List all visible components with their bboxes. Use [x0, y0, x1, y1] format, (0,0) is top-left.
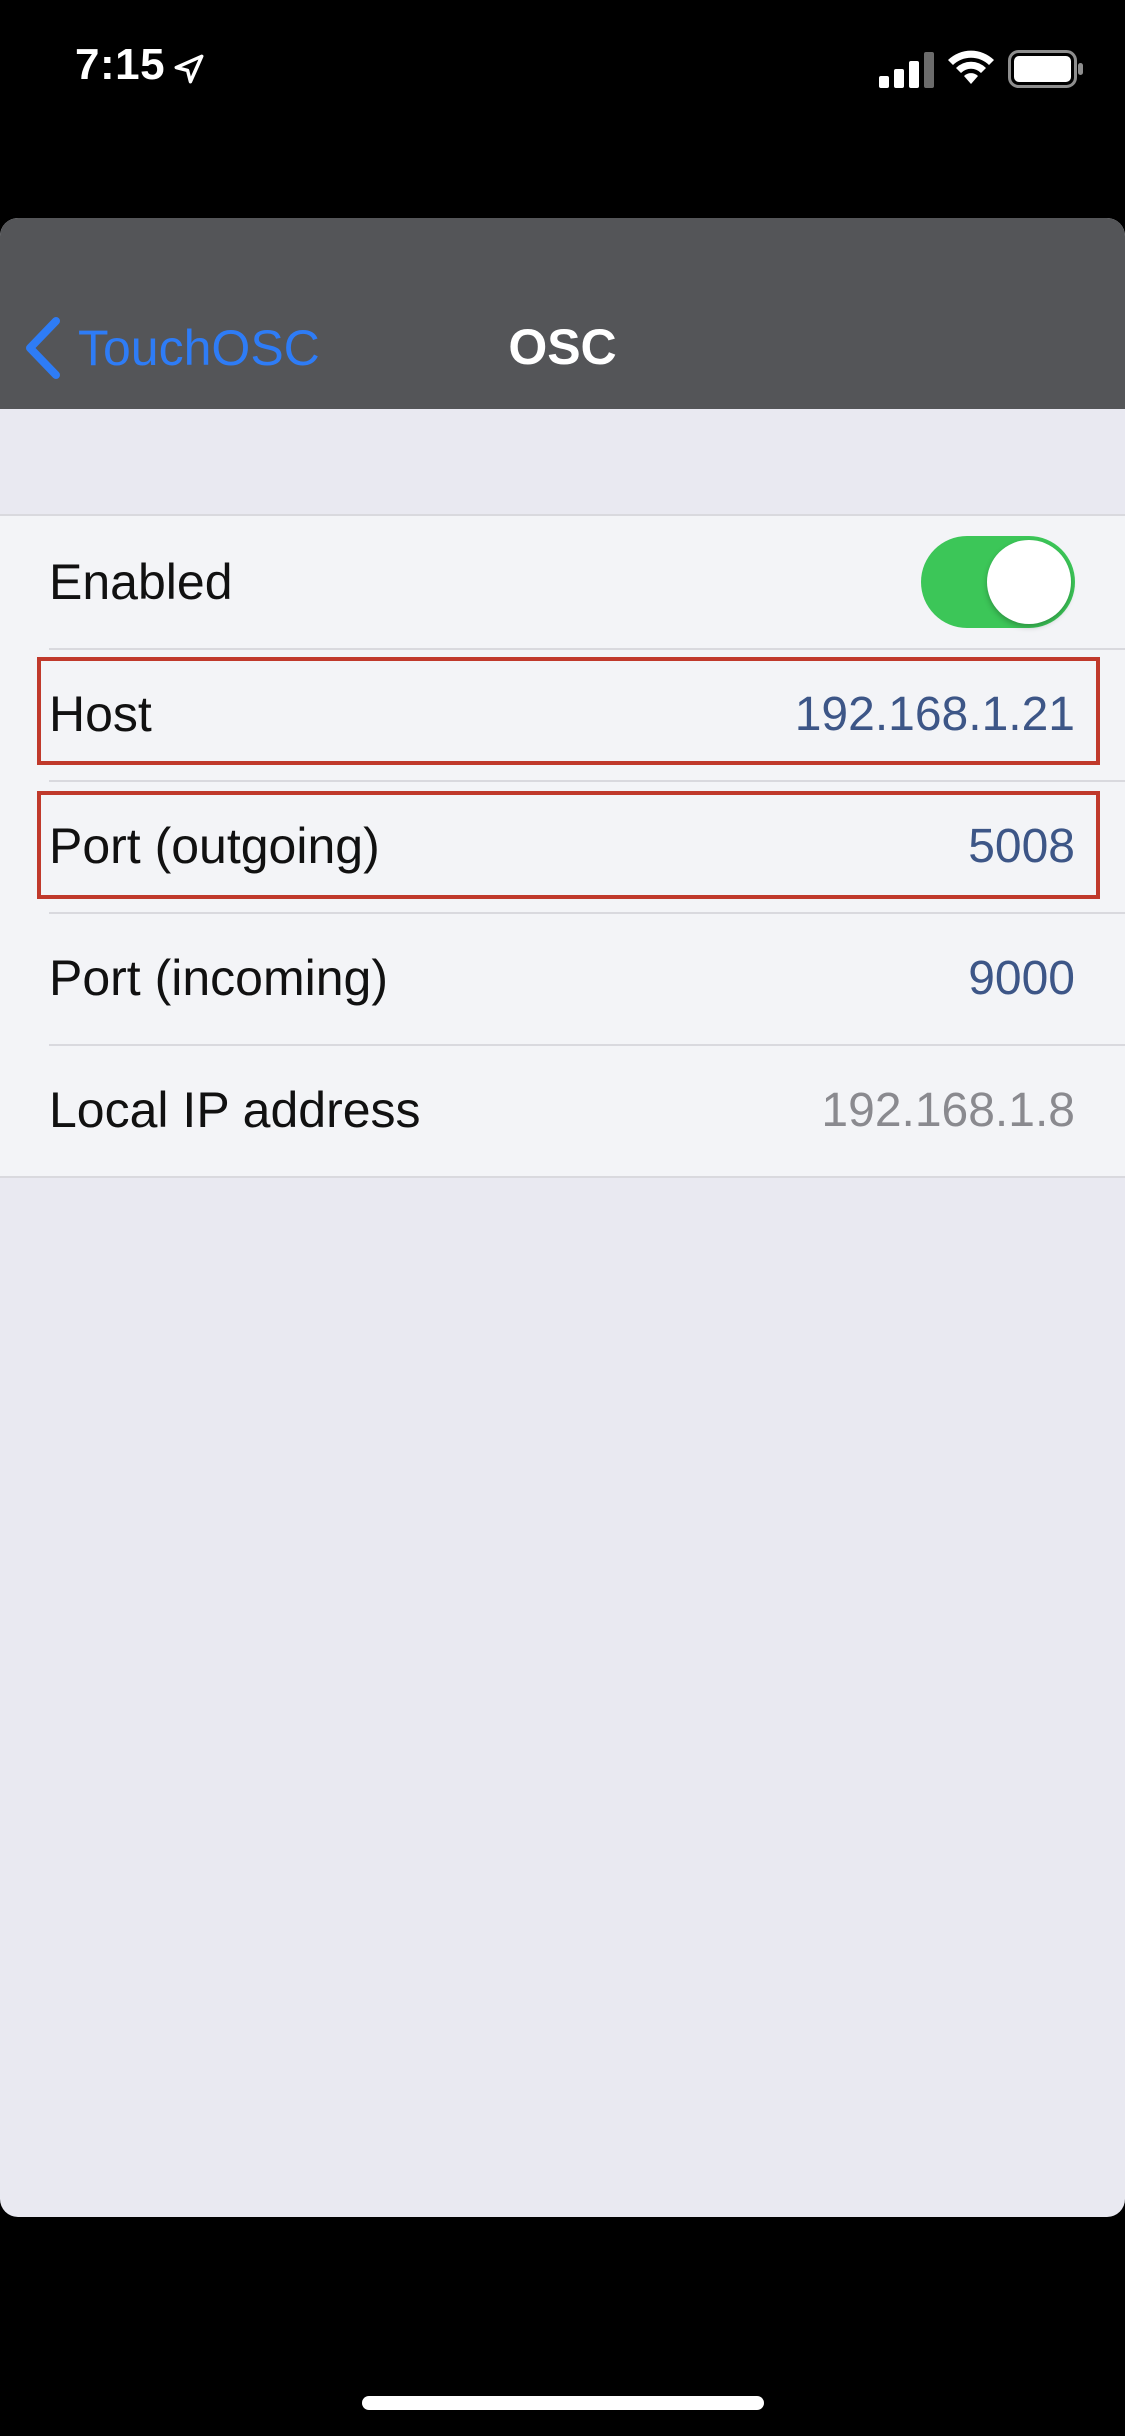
- osc-settings-table: Enabled Host 192.168.1.21 Port (outgoing…: [0, 514, 1125, 1178]
- port-outgoing-value[interactable]: 5008: [968, 819, 1075, 874]
- status-time: 7:15: [75, 40, 166, 89]
- enabled-label: Enabled: [49, 554, 233, 610]
- status-bar: 7:15: [0, 0, 1125, 140]
- host-row[interactable]: Host 192.168.1.21: [0, 648, 1125, 780]
- port-outgoing-label: Port (outgoing): [49, 818, 380, 874]
- location-arrow-icon: [174, 54, 204, 84]
- enabled-toggle[interactable]: [921, 536, 1075, 628]
- battery-icon: [1008, 50, 1083, 88]
- port-outgoing-row[interactable]: Port (outgoing) 5008: [0, 780, 1125, 912]
- port-incoming-label: Port (incoming): [49, 950, 388, 1006]
- host-label: Host: [49, 686, 152, 742]
- toggle-knob: [987, 540, 1071, 624]
- host-value[interactable]: 192.168.1.21: [795, 687, 1075, 742]
- port-incoming-row[interactable]: Port (incoming) 9000: [0, 912, 1125, 1044]
- wifi-icon: [948, 50, 994, 84]
- local-ip-row: Local IP address 192.168.1.8: [0, 1044, 1125, 1176]
- port-incoming-value[interactable]: 9000: [968, 951, 1075, 1006]
- page-title: OSC: [508, 319, 617, 375]
- local-ip-value: 192.168.1.8: [821, 1083, 1075, 1137]
- local-ip-label: Local IP address: [49, 1082, 421, 1138]
- enabled-row: Enabled: [0, 516, 1125, 648]
- signal-icon: [879, 52, 934, 88]
- navigation-bar: TouchOSC OSC: [0, 218, 1125, 409]
- settings-sheet: TouchOSC OSC Enabled Host 192.168.1.21 P…: [0, 218, 1125, 2217]
- home-indicator: [362, 2396, 764, 2410]
